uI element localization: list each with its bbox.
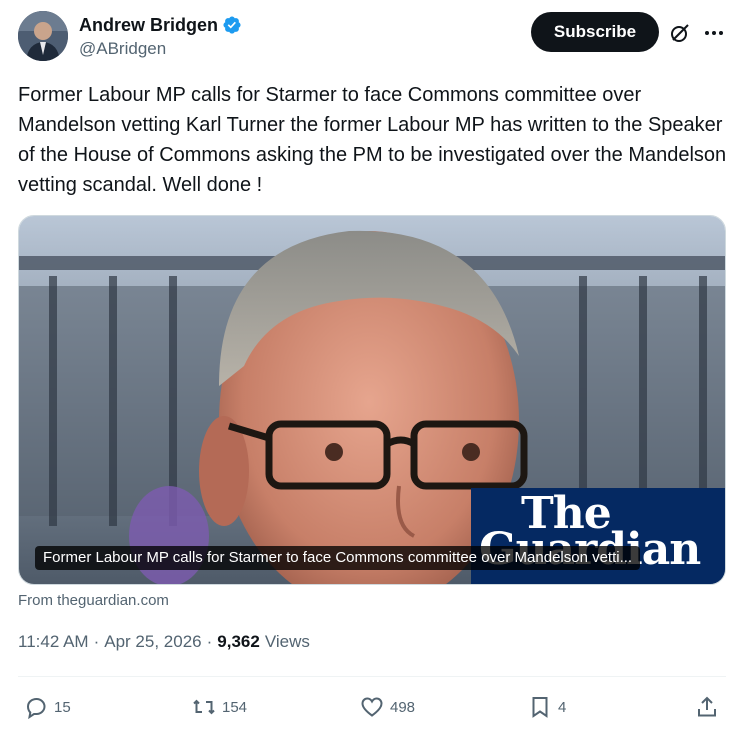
meta-separator: · bbox=[206, 632, 213, 651]
author-display-name[interactable]: Andrew Bridgen bbox=[79, 15, 218, 36]
verified-badge-icon bbox=[223, 16, 241, 34]
tweet-date[interactable]: Apr 25, 2026 bbox=[104, 632, 201, 652]
reply-icon bbox=[26, 697, 46, 719]
reply-count: 15 bbox=[54, 698, 71, 716]
like-count: 498 bbox=[390, 698, 416, 716]
share-button[interactable] bbox=[695, 690, 719, 724]
heart-icon bbox=[361, 697, 383, 717]
author-avatar[interactable] bbox=[18, 11, 68, 61]
more-options-icon[interactable] bbox=[702, 21, 726, 45]
card-caption[interactable]: Former Labour MP calls for Starmer to fa… bbox=[35, 546, 641, 570]
link-preview-card[interactable]: The Guardian Former Labour MP calls for … bbox=[18, 215, 726, 585]
bookmark-icon bbox=[532, 697, 548, 718]
guardian-logo: The Guardian bbox=[471, 488, 725, 584]
reply-button[interactable]: 15 bbox=[24, 690, 71, 724]
subscribe-button[interactable]: Subscribe bbox=[531, 12, 659, 52]
meta-separator: · bbox=[93, 632, 100, 651]
bookmark-count: 4 bbox=[558, 698, 567, 716]
card-source-link[interactable]: From theguardian.com bbox=[18, 592, 169, 609]
grok-icon[interactable] bbox=[668, 21, 692, 45]
author-handle[interactable]: @ABridgen bbox=[79, 39, 242, 59]
author-name-block: Andrew Bridgen @ABridgen bbox=[79, 13, 242, 59]
share-icon bbox=[698, 696, 716, 717]
tweet-time[interactable]: 11:42 AM bbox=[18, 632, 89, 652]
divider bbox=[18, 676, 726, 677]
repost-icon bbox=[193, 699, 215, 715]
views-count[interactable]: 9,362 bbox=[217, 632, 260, 652]
repost-count: 154 bbox=[222, 698, 248, 716]
action-bar: 15 154 498 4 bbox=[18, 690, 726, 724]
repost-button[interactable]: 154 bbox=[192, 690, 247, 724]
like-button[interactable]: 498 bbox=[360, 690, 415, 724]
tweet-meta: 11:42 AM · Apr 25, 2026 · 9,362 Views bbox=[18, 632, 310, 652]
tweet-text: Former Labour MP calls for Starmer to fa… bbox=[18, 84, 727, 196]
views-label: Views bbox=[264, 632, 310, 651]
tweet-header: Andrew Bridgen @ABridgen Subscribe bbox=[18, 11, 726, 67]
bookmark-button[interactable]: 4 bbox=[528, 690, 566, 724]
